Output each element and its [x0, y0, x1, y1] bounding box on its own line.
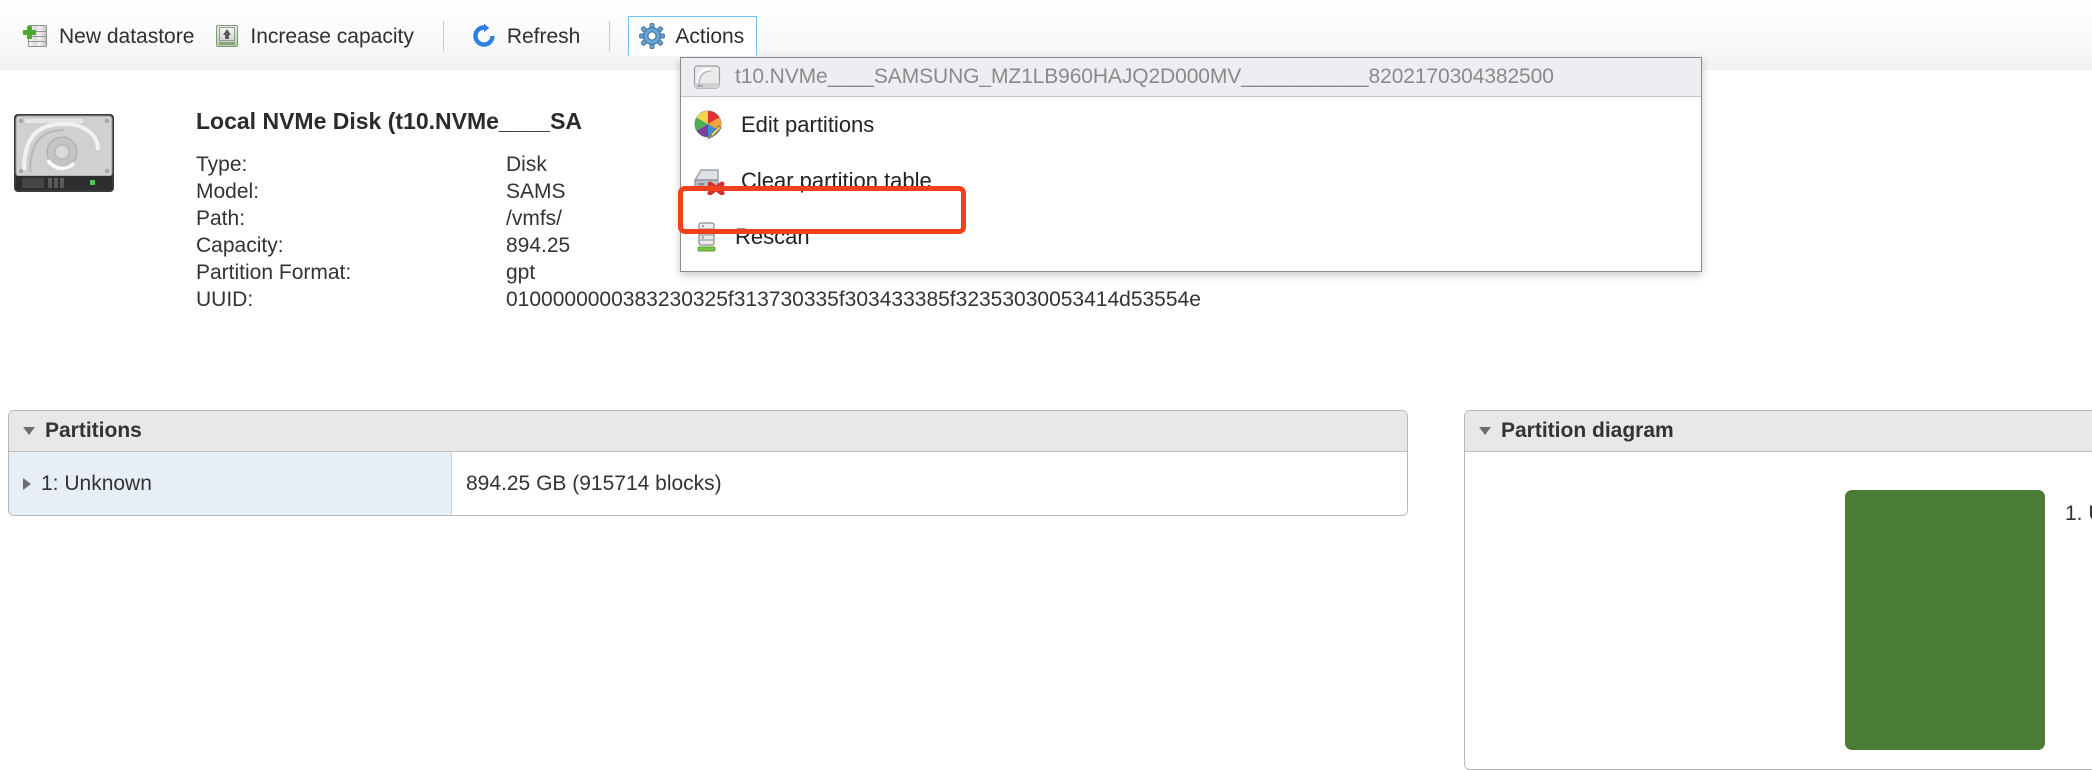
- menu-item-label: Edit partitions: [741, 112, 875, 137]
- menu-item-label: Clear partition table: [741, 168, 932, 193]
- new-datastore-button[interactable]: New datastore: [14, 18, 205, 54]
- page-title: Local NVMe Disk (t10.NVMe____SA: [196, 108, 583, 134]
- diagram-panel-title: Partition diagram: [1501, 419, 1674, 442]
- property-value: 0100000000383230325f313730335f303433385f…: [506, 288, 1201, 311]
- chevron-down-icon[interactable]: [23, 427, 35, 435]
- menu-item-rescan[interactable]: Rescan: [681, 209, 1701, 265]
- toolbar-separator: [609, 21, 611, 51]
- menu-item-label: Rescan: [735, 224, 810, 249]
- property-row-uuid: UUID: 0100000000383230325f313730335f3034…: [196, 288, 1676, 324]
- partition-name: 1: Unknown: [41, 471, 152, 495]
- pie-chart-edit-icon: [693, 109, 725, 141]
- partition-size-cell: 894.25 GB (915714 blocks): [452, 452, 1407, 515]
- menu-item-edit-partitions[interactable]: Edit partitions: [681, 97, 1701, 153]
- diagram-body: 1. U: [1465, 452, 2092, 769]
- partition-name-cell[interactable]: 1: Unknown: [9, 452, 452, 515]
- property-label: UUID:: [196, 288, 254, 311]
- increase-capacity-label: Increase capacity: [250, 24, 414, 48]
- menu-header-label: t10.NVMe____SAMSUNG_MZ1LB960HAJQ2D000MV_…: [735, 65, 1554, 88]
- refresh-button[interactable]: Refresh: [462, 18, 592, 54]
- partition-block[interactable]: [1845, 490, 2045, 750]
- new-datastore-icon: [23, 23, 49, 49]
- actions-button[interactable]: Actions: [628, 16, 758, 56]
- gear-icon: [639, 23, 666, 49]
- property-value: SAMS: [506, 180, 566, 203]
- partitions-panel-title: Partitions: [45, 419, 142, 442]
- diagram-panel-header[interactable]: Partition diagram: [1465, 411, 2092, 452]
- menu-header-device: t10.NVMe____SAMSUNG_MZ1LB960HAJQ2D000MV_…: [681, 58, 1701, 97]
- clear-disk-icon: [693, 167, 725, 196]
- toolbar-buttons: New datastore Increase capacity Refresh: [14, 16, 758, 56]
- chevron-right-icon[interactable]: [23, 477, 31, 490]
- menu-item-clear-partition-table[interactable]: Clear partition table: [681, 153, 1701, 209]
- property-label: Capacity:: [196, 234, 284, 257]
- partition-legend-label: 1. U: [2065, 502, 2092, 525]
- rescan-datastore-icon: [693, 222, 719, 252]
- property-label: Type:: [196, 153, 248, 176]
- increase-capacity-icon: [214, 23, 240, 49]
- actions-label: Actions: [675, 24, 745, 48]
- property-label: Path:: [196, 207, 246, 230]
- hard-disk-icon: [12, 110, 116, 196]
- hard-disk-icon: [693, 64, 721, 90]
- table-row[interactable]: 1: Unknown 894.25 GB (915714 blocks): [9, 452, 1407, 515]
- property-label: Partition Format:: [196, 261, 352, 284]
- refresh-label: Refresh: [506, 24, 581, 48]
- property-value: Disk: [506, 153, 547, 176]
- property-value: gpt: [506, 261, 536, 284]
- partitions-panel-header[interactable]: Partitions: [9, 411, 1407, 452]
- new-datastore-label: New datastore: [59, 24, 195, 48]
- refresh-icon: [471, 23, 497, 49]
- partitions-panel: Partitions 1: Unknown 894.25 GB (915714 …: [8, 410, 1408, 516]
- toolbar-separator: [442, 21, 444, 51]
- property-label: Model:: [196, 180, 260, 203]
- partition-diagram-panel: Partition diagram 1. U: [1464, 410, 2092, 770]
- actions-dropdown-menu: t10.NVMe____SAMSUNG_MZ1LB960HAJQ2D000MV_…: [680, 57, 1702, 272]
- chevron-down-icon[interactable]: [1479, 427, 1491, 435]
- increase-capacity-button[interactable]: Increase capacity: [205, 18, 424, 54]
- property-value: /vmfs/: [506, 207, 562, 230]
- property-value: 894.25: [506, 234, 571, 257]
